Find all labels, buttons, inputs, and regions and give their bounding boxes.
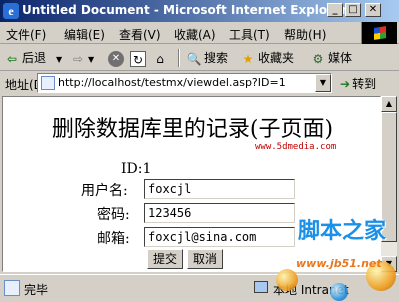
address-dropdown-button[interactable]: ▼ [315,74,331,92]
menu-tools[interactable]: 工具(T) [229,26,270,43]
username-field[interactable]: foxcjl [144,179,295,199]
title-bar: e Untitled Document - Microsoft Internet… [0,0,399,22]
password-field[interactable]: 123456 [144,203,295,223]
favorites-button[interactable]: ★ 收藏夹 [240,48,294,68]
go-label: 转到 [352,77,377,91]
scroll-up-button[interactable]: ▲ [381,96,397,112]
address-bar: 地址(D) http://localhost/testmx/viewdel.as… [0,71,399,95]
search-button[interactable]: 🔍 搜索 [186,48,229,68]
email-field[interactable]: foxcjl@sina.com [144,227,295,247]
media-label: 媒体 [328,51,353,65]
username-label: 用户名: [81,183,128,199]
page-title: 删除数据库里的记录(子页面) [51,117,334,142]
menu-view[interactable]: 查看(V) [119,26,161,43]
record-id: ID:1 [121,161,152,177]
intranet-zone-icon [254,281,268,293]
page-icon [41,76,55,90]
site-mark: www.5dmedia.com [255,142,337,152]
menu-bar: 文件(F) 编辑(E) 查看(V) 收藏(A) 工具(T) 帮助(H) [0,22,399,44]
menu-edit[interactable]: 编辑(E) [64,26,105,43]
stop-icon: ✕ [108,50,124,67]
scroll-down-button[interactable]: ▼ [381,256,397,272]
page-viewport: 删除数据库里的记录(子页面) www.5dmedia.com ID:1 用户名:… [2,96,381,272]
maximize-button[interactable]: □ [345,3,361,17]
search-icon: 🔍 [186,51,202,66]
home-icon: ⌂ [156,51,164,66]
toolbar-separator [178,49,180,67]
media-icon: ⚙ [312,51,324,66]
status-bar: 完毕 本地 Intranet [0,274,399,302]
minimize-button[interactable]: _ [327,3,343,17]
windows-logo-icon [361,22,397,44]
forward-arrow-icon: ⇨ [72,51,84,66]
go-button[interactable]: ➔ 转到 [340,75,376,92]
security-zone-label: 本地 Intranet [273,283,349,297]
go-arrow-icon: ➔ [340,77,351,91]
email-label: 邮箱: [97,231,130,247]
vertical-scrollbar[interactable]: ▲ ▼ [381,96,397,272]
back-arrow-icon: ⇦ [6,51,18,66]
search-label: 搜索 [204,51,229,65]
menu-file[interactable]: 文件(F) [6,26,46,43]
ie-icon: e [3,3,19,19]
cancel-button[interactable]: 取消 [187,249,223,269]
media-button[interactable]: ⚙ 媒体 [310,48,352,68]
toolbar: ⇦ 后退 ▼ ⇨ ▼ ✕ ↻ ⌂ 🔍 搜索 ★ 收藏夹 ⚙ 媒体 [0,45,399,71]
refresh-button[interactable]: ↻ [130,48,148,68]
favorites-icon: ★ [242,51,254,66]
back-label: 后退 [22,51,47,65]
password-label: 密码: [97,207,130,223]
forward-button[interactable]: ⇨ ▼ [70,48,94,68]
submit-button[interactable]: 提交 [147,249,183,269]
scroll-thumb[interactable] [381,112,397,242]
favorites-label: 收藏夹 [258,51,295,65]
menu-help[interactable]: 帮助(H) [284,26,326,43]
stop-button[interactable]: ✕ [108,48,126,68]
back-dropdown-button[interactable]: ▼ [56,48,62,68]
address-url: http://localhost/testmx/viewdel.asp?ID=1 [58,76,286,89]
back-button[interactable]: ⇦ 后退 [4,48,46,68]
refresh-icon: ↻ [130,50,146,67]
home-button[interactable]: ⌂ [152,48,170,68]
menu-favorites[interactable]: 收藏(A) [174,26,216,43]
close-button[interactable]: ✕ [365,3,381,17]
status-text: 完毕 [24,283,49,297]
page-done-icon [4,280,20,296]
window-title: Untitled Document - Microsoft Internet E… [22,3,348,17]
address-input[interactable]: http://localhost/testmx/viewdel.asp?ID=1… [37,73,332,93]
